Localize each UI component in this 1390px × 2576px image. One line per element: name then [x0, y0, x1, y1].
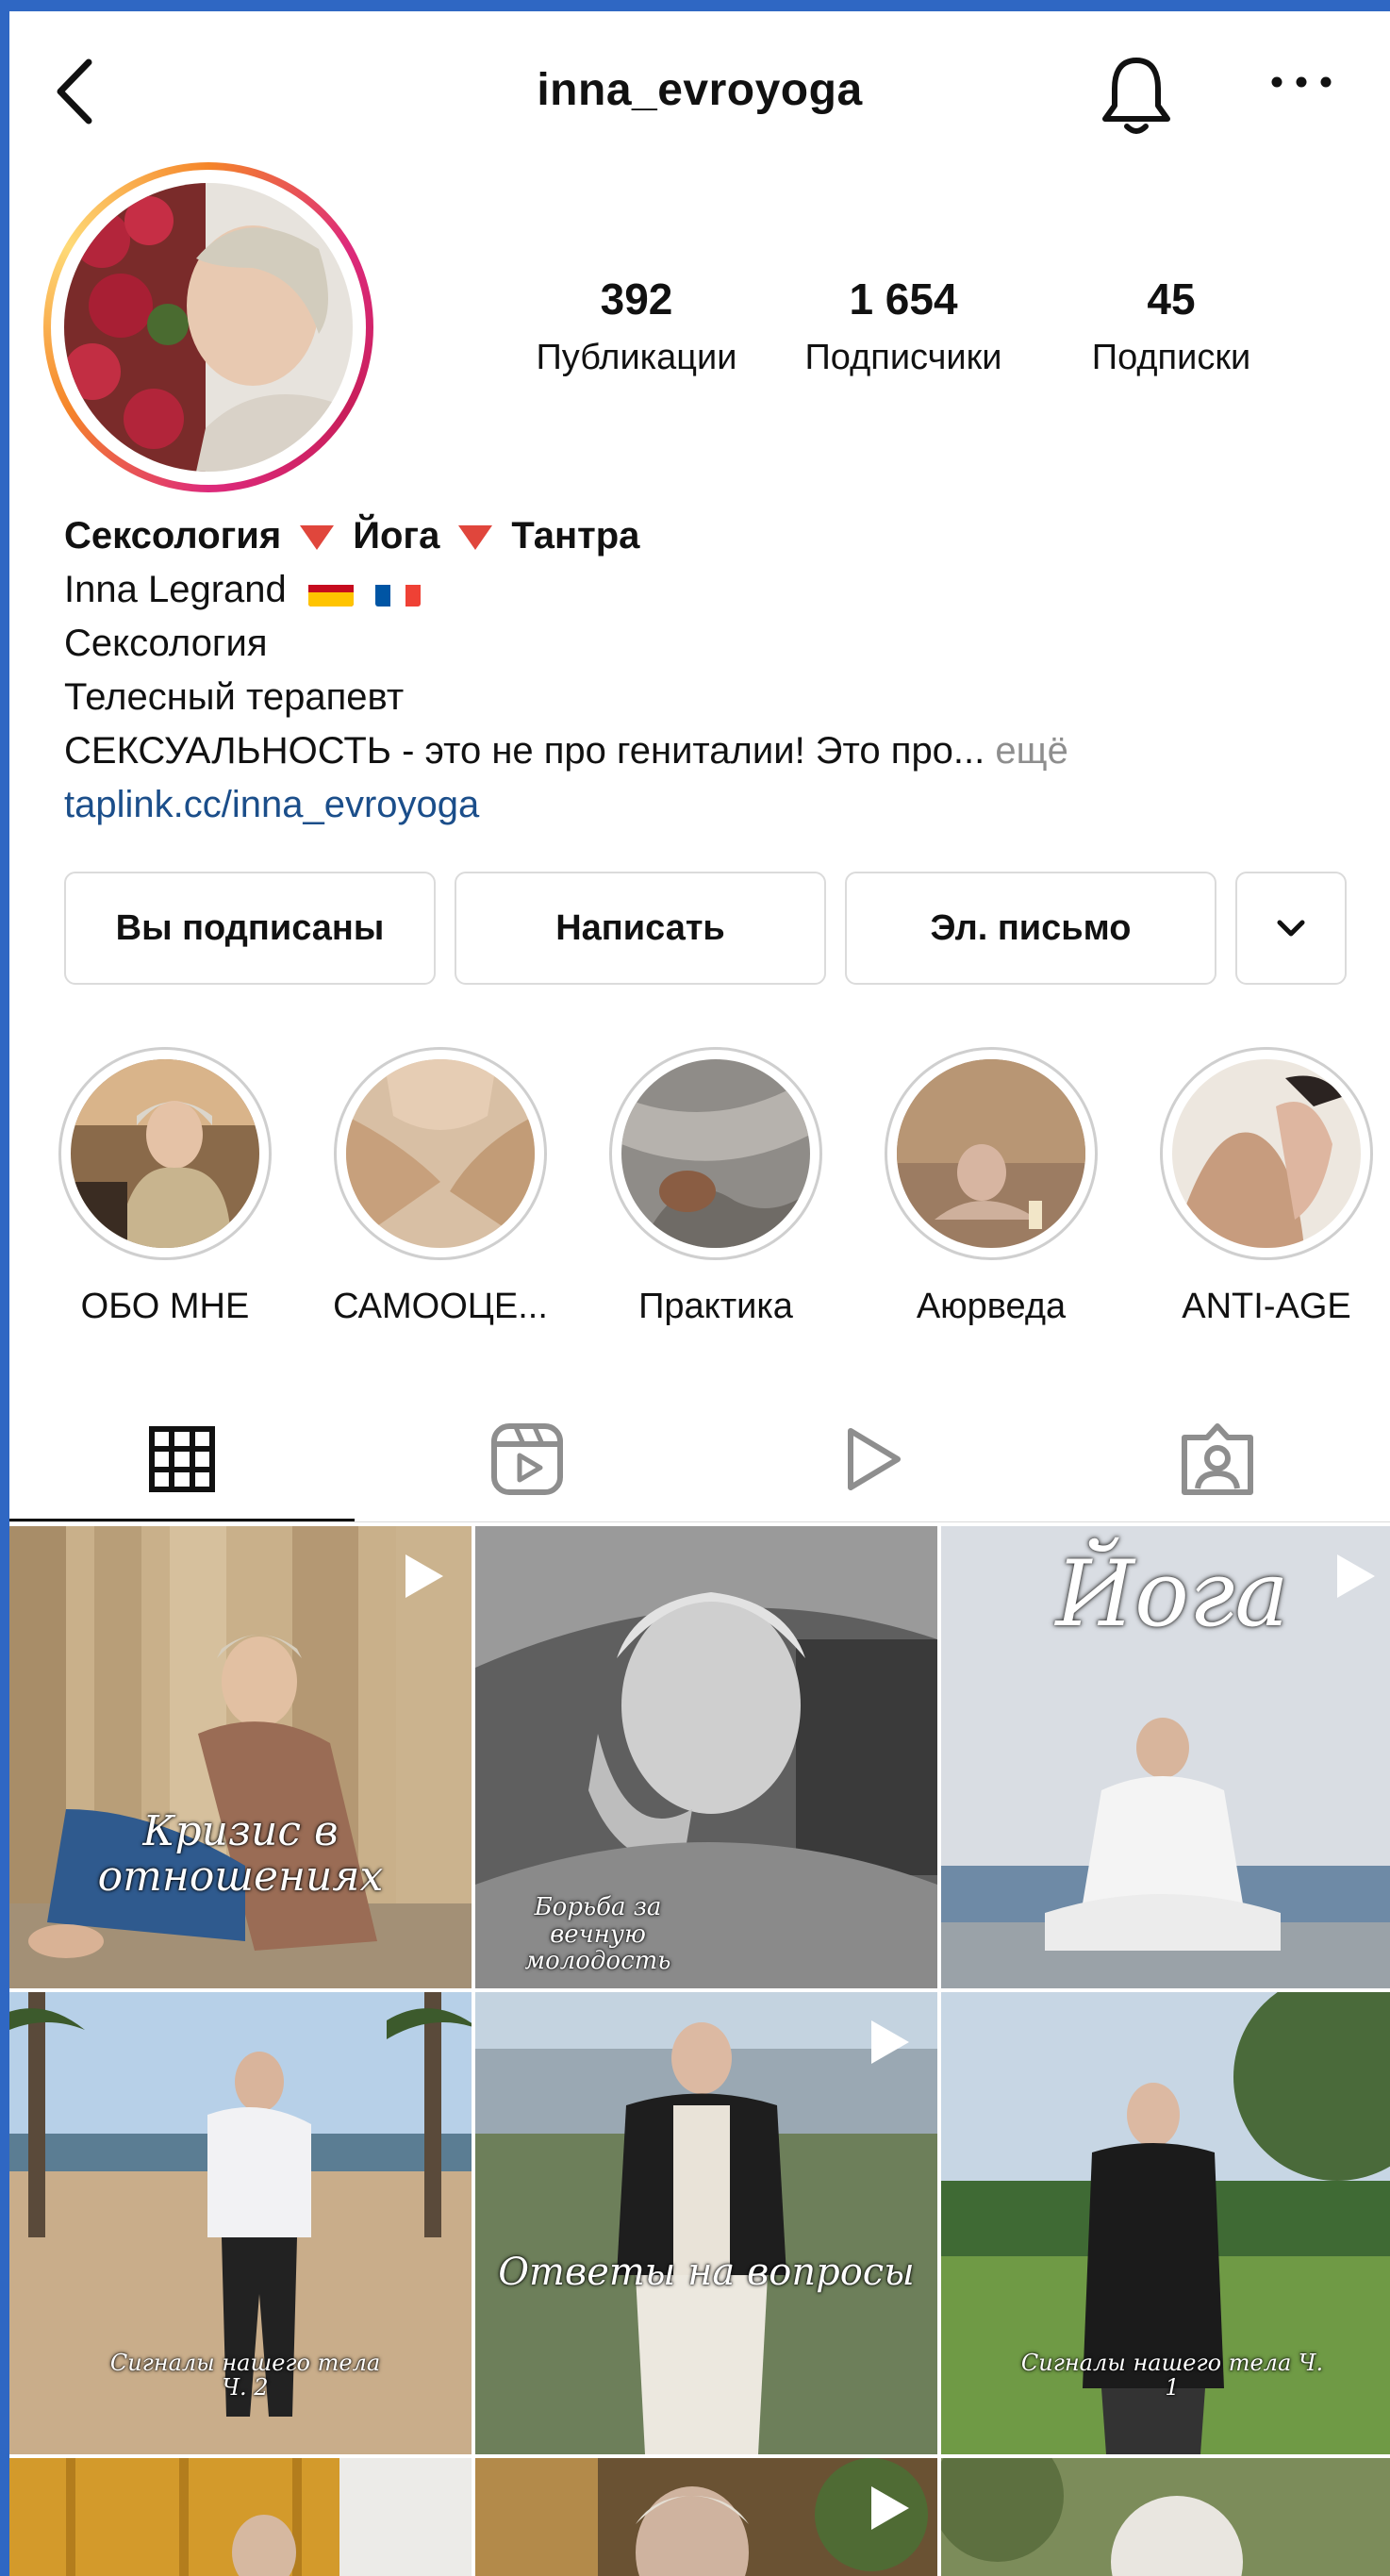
more-options-button[interactable] [1264, 68, 1339, 115]
highlight-item[interactable]: ANTI-AGE [1158, 1047, 1375, 1327]
post-caption: Борьба за вечную молодость [524, 1893, 671, 1976]
post-thumbnail[interactable]: Борьба за вечную молодость [475, 1526, 937, 1988]
red-triangle-icon [458, 525, 493, 551]
highlight-cover [621, 1059, 810, 1248]
profile-header: inna_evroyoga [9, 11, 1390, 162]
post-caption: Сигналы нашего тела Ч. 1 [1020, 2350, 1324, 2401]
highlight-item[interactable]: Практика [607, 1047, 824, 1327]
post-thumbnail[interactable] [9, 2458, 472, 2576]
post-caption: Кризис в отношениях [97, 1807, 384, 1902]
profile-username: inna_evroyoga [537, 65, 863, 115]
reels-icon [491, 1423, 563, 1495]
window-frame-top [0, 0, 1390, 11]
tab-posts-grid[interactable] [9, 1396, 355, 1522]
bio-more-link[interactable]: ещё [995, 730, 1067, 772]
tab-tagged[interactable] [1045, 1396, 1390, 1522]
reel-play-icon [1337, 1554, 1375, 1598]
highlight-item[interactable]: ОБО МНЕ [57, 1047, 273, 1327]
posts-count-value: 392 [600, 274, 673, 324]
profile-tabs [9, 1396, 1390, 1522]
more-horizontal-icon [1271, 76, 1332, 88]
red-triangle-icon [300, 525, 335, 551]
highlight-label: ОБО МНЕ [80, 1287, 250, 1326]
highlight-label: Аюрведа [916, 1287, 1067, 1326]
followers-count-label: Подписчики [804, 338, 1002, 377]
france-flag-icon [375, 576, 422, 607]
tab-videos[interactable] [700, 1396, 1045, 1522]
bio-name-line: Inna Legrand [64, 563, 1365, 617]
post-thumbnail[interactable]: Ответы на вопросы [475, 1992, 937, 2454]
profile-avatar[interactable] [43, 162, 373, 492]
following-count-value: 45 [1147, 274, 1196, 324]
post-thumbnail[interactable]: Сигналы нашего тела Ч. 1 [941, 1992, 1390, 2454]
highlight-label: ANTI-AGE [1182, 1287, 1351, 1326]
bell-icon [1102, 58, 1170, 134]
posts-count-label: Публикации [536, 338, 737, 377]
reel-play-icon [405, 1554, 443, 1598]
bio-external-link[interactable]: taplink.cc/inna_evroyoga [64, 778, 1365, 832]
suggested-accounts-button[interactable] [1235, 872, 1347, 985]
post-caption: Сигналы нашего тела Ч. 2 [109, 2350, 381, 2401]
profile-bio: Сексология Йога Тантра Inna Legrand Сексол… [64, 509, 1365, 832]
bio-name: Inna Legrand [64, 569, 287, 610]
following-count-label: Подписки [1091, 338, 1251, 377]
post-caption: Ответы на вопросы [498, 2251, 915, 2294]
post-thumbnail[interactable]: Йога [941, 1526, 1390, 1988]
reel-play-icon [871, 2486, 909, 2530]
highlight-cover [71, 1059, 259, 1248]
post-thumbnail[interactable] [941, 2458, 1390, 2576]
posts-grid: Кризис в отношениях Борьба за вечную мол… [9, 1526, 1390, 2576]
posts-count: 392 Публикации [509, 274, 764, 378]
highlight-label: Практика [638, 1287, 793, 1326]
post-thumbnail[interactable]: Кризис в отношениях [9, 1526, 472, 1988]
video-play-icon [848, 1428, 901, 1490]
bio-line-3: СЕКСУАЛЬНОСТЬ - это не про гениталии! Эт… [64, 730, 1068, 772]
highlight-item[interactable]: Аюрведа [883, 1047, 1100, 1327]
following-count[interactable]: 45 Подписки [1049, 274, 1294, 378]
chevron-down-icon [1277, 920, 1305, 937]
window-frame-left [0, 0, 9, 2576]
email-button[interactable]: Эл. письмо [845, 872, 1216, 985]
post-caption: Йога [1055, 1541, 1289, 1647]
grid-icon [149, 1426, 215, 1492]
avatar-photo [64, 183, 353, 472]
highlight-cover [1172, 1059, 1361, 1248]
tagged-icon [1182, 1423, 1253, 1495]
following-button[interactable]: Вы подписаны [64, 872, 436, 985]
post-thumbnail[interactable] [475, 2458, 937, 2576]
post-thumbnail[interactable]: Сигналы нашего тела Ч. 2 [9, 1992, 472, 2454]
spain-flag-icon [307, 576, 354, 607]
highlight-cover [346, 1059, 535, 1248]
tab-reels[interactable] [355, 1396, 700, 1522]
highlight-item[interactable]: САМООЦЕ... [332, 1047, 549, 1327]
bio-line-1: Сексология [64, 623, 268, 664]
reel-play-icon [871, 2020, 909, 2064]
message-button[interactable]: Написать [455, 872, 826, 985]
bio-headline: Сексология Йога Тантра [64, 515, 640, 557]
bio-line-2: Телесный терапевт [64, 676, 405, 718]
notifications-button[interactable] [1094, 47, 1179, 141]
highlight-label: САМООЦЕ... [333, 1287, 548, 1326]
highlight-cover [897, 1059, 1085, 1248]
followers-count-value: 1 654 [849, 274, 958, 324]
followers-count[interactable]: 1 654 Подписчики [781, 274, 1026, 378]
